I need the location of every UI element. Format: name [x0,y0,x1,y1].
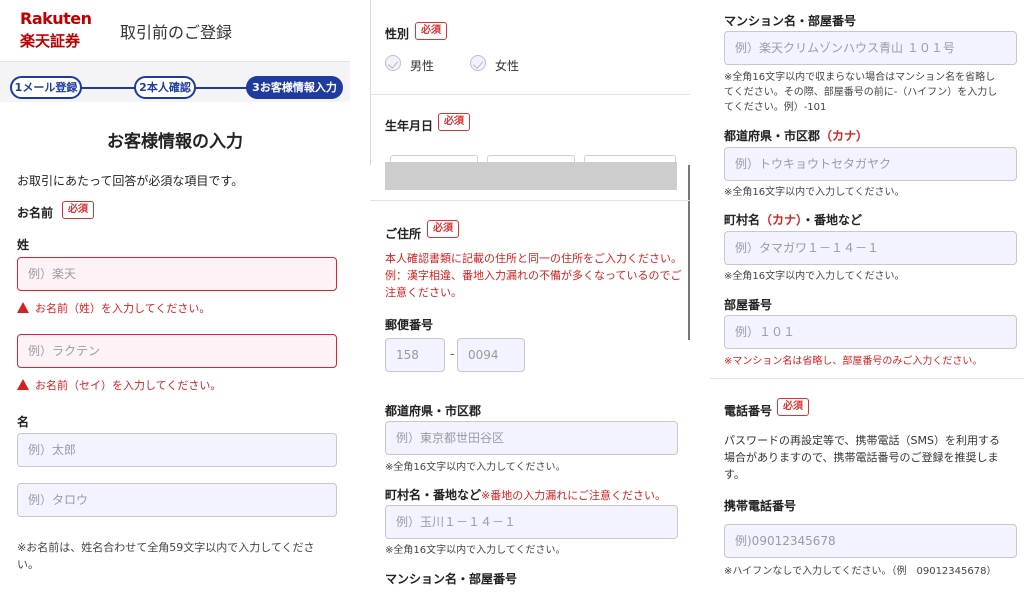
page-title: 取引前のご登録 [120,23,233,42]
room-input[interactable]: 例）１０１ [724,315,1017,349]
postal-label: 郵便番号 [385,318,434,332]
postal-code-second-input[interactable]: 0094 [457,338,525,372]
room-label: 部屋番号 [724,298,773,312]
postal-separator: - [450,347,455,362]
phone-desc-line-3: す。 [724,468,745,481]
customer-info-panel: Rakuten 楽天証券 取引前のご登録 1メール登録 2本人確認 3お客様情報… [0,0,350,597]
sei-kanji-error-text: お名前（姓）を入力してください。 [35,302,211,315]
step-connector [80,87,138,89]
postal-code-first-input[interactable]: 158 [385,338,445,372]
required-badge: 必須 [427,220,459,238]
pref-city-input[interactable]: 例）東京都世田谷区 [385,421,678,455]
name-note-line-2: い。 [17,558,39,571]
town-kana-note: ※全角16文字以内で入力してください。 [724,271,905,282]
divider [370,200,690,201]
progress-steps: 1メール登録 2本人確認 3お客様情報入力 [0,62,350,102]
pref-kana-label: 都道府県・市区郡 [724,129,821,143]
required-badge: 必須 [777,398,809,416]
divider [710,378,1024,379]
town-warning: ※番地の入力漏れにご注意ください。 [481,489,667,502]
address-warning-line-1: 本人確認書類に記載の住所と同一の住所をご入力ください。 [385,252,682,265]
rakuten-securities-logo: 楽天証券 [20,32,81,50]
address-warning-line-3: 注意ください。 [385,286,462,299]
required-badge: 必須 [62,201,94,219]
pref-kana-note: ※全角16文字以内で入力してください。 [724,187,905,198]
redacted-block [385,162,677,190]
town-kana-label-b: ・番地など [802,213,863,227]
rakuten-logo[interactable]: Rakuten [20,9,92,28]
address-label: ご住所 [385,227,422,241]
pref-kana-input[interactable]: 例）トウキョウトセタガヤク [724,147,1017,181]
mei-kana-input[interactable]: 例）タロウ [17,483,337,517]
mei-kanji-input[interactable]: 例）太郎 [17,433,337,467]
mansion-note-line-2: てください。その際、部屋番号の前に-（ハイフン）を入力し [724,87,998,98]
male-radio[interactable] [385,55,401,71]
town-label: 町村名・番地など [385,488,482,502]
town-input[interactable]: 例）玉川１－１４－１ [385,505,678,539]
town-kana-label-row: 町村名（カナ）・番地など [724,211,862,228]
female-label[interactable]: 女性 [495,57,519,74]
town-kana-label-a: 町村名 [724,213,761,227]
step-identity-verification: 2本人確認 [134,76,196,99]
section-title: お客様情報の入力 [107,132,243,152]
kana-suffix: （カナ） [760,213,803,227]
step-customer-info: 3お客様情報入力 [246,76,343,99]
mobile-input[interactable]: 例)09012345678 [724,524,1017,558]
warning-icon [17,379,29,390]
scrollbar[interactable] [688,165,690,340]
sei-kana-input[interactable]: 例）ラクテン [17,334,337,368]
kana-suffix: （カナ） [820,129,869,143]
phone-label: 電話番号 [724,404,773,418]
panel-border [370,0,371,165]
mansion-input[interactable]: 例）楽天クリムゾンハウス青山 １０１号 [724,31,1017,65]
step-email-registration: 1メール登録 [10,76,82,99]
mansion-note-line-1: ※全角16文字以内で収まらない場合はマンション名を省略し [724,72,996,83]
name-note-line-1: ※お名前は、姓名合わせて全角59文字以内で入力してくださ [17,541,315,554]
town-label-row: 町村名・番地など※番地の入力漏れにご注意ください。 [385,486,666,503]
mansion-label: マンション名・部屋番号 [724,14,857,28]
pref-city-label: 都道府県・市区郡 [385,404,482,418]
male-label[interactable]: 男性 [410,57,434,74]
phone-desc-line-1: パスワードの再設定等で、携帯電話（SMS）を利用する [724,434,1001,447]
address-panel: 性別 必須 男性 女性 生年月日 必須 ご住所 必須 本人確認書類に記載の住所と… [370,0,690,597]
mobile-label: 携帯電話番号 [724,499,797,513]
phone-desc-line-2: 場合がありますので、携帯電話番号のご登録を推奨しま [724,451,999,464]
town-kana-input[interactable]: 例）タマガワ１－１４－１ [724,231,1017,265]
intro-text: お取引にあたって回答が必須な項目です。 [17,174,244,188]
step-connector [194,87,248,89]
name-label: お名前 [17,206,54,220]
sei-kana-error-text: お名前（セイ）を入力してください。 [35,379,222,392]
pref-kana-label-row: 都道府県・市区郡（カナ） [724,127,868,144]
gender-label: 性別 [385,27,410,41]
town-note: ※全角16文字以内で入力してください。 [385,545,566,556]
required-badge: 必須 [415,22,447,40]
pref-city-note: ※全角16文字以内で入力してください。 [385,462,566,473]
divider [370,94,690,95]
mansion-note-line-3: てください。例）-101 [724,102,827,113]
sei-kanji-input[interactable]: 例）楽天 [17,257,337,291]
mei-label: 名 [17,415,30,429]
dob-label: 生年月日 [385,119,434,133]
female-radio[interactable] [470,55,486,71]
warning-icon [17,302,29,313]
sei-kana-error: お名前（セイ）を入力してください。 [17,377,221,393]
required-badge: 必須 [438,113,470,131]
address-detail-panel: マンション名・部屋番号 例）楽天クリムゾンハウス青山 １０１号 ※全角16文字以… [710,0,1024,597]
page-header: Rakuten 楽天証券 取引前のご登録 [0,0,350,62]
sei-label: 姓 [17,238,30,252]
sei-kanji-error: お名前（姓）を入力してください。 [17,300,210,316]
mansion-label-cut: マンション名・部屋番号 [385,572,518,586]
room-note: ※マンション名は省略し、部屋番号のみご入力ください。 [724,356,983,367]
mobile-note: ※ハイフンなしで入力してください。（例 09012345678） [724,566,997,577]
address-warning-line-2: 例：漢字相違、番地入力漏れの不備が多くなっているのでご [385,269,682,282]
